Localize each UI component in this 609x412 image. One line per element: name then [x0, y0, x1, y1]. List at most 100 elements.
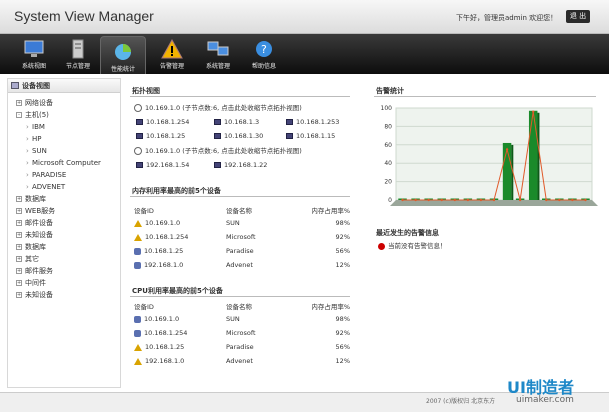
device-icon — [134, 261, 141, 269]
y-tick-label: 100 — [381, 105, 393, 112]
sidebar-title: 设备视图 — [22, 82, 50, 90]
nav-performance-stats[interactable]: 性能统计 — [100, 36, 146, 74]
nav-system-management[interactable]: 系统管理 — [196, 34, 240, 74]
tree-item-advenet[interactable]: › ADVENET — [8, 181, 120, 193]
table-row[interactable]: 10.168.1.254 Microsoft 92% — [134, 230, 350, 244]
tree-item-hosts[interactable]: - 主机(5) — [8, 109, 120, 121]
device-icon — [134, 329, 141, 337]
table-header: 设备ID 设备名称 内存占用率% — [134, 207, 350, 215]
expand-icon[interactable]: + — [16, 256, 22, 262]
chart-point — [466, 198, 470, 202]
topology-node[interactable]: 10.168.1.25 — [136, 132, 185, 140]
chart-bar — [528, 110, 538, 200]
y-tick-label: 60 — [384, 142, 392, 149]
topology-group-1[interactable]: 10.169.1.0 (子节点数:6, 点击此处收缩节点拓扑视图) — [134, 102, 302, 112]
welcome-text: 下午好，管理员admin 欢迎您！ — [456, 14, 558, 22]
nav-help-info[interactable]: ? 帮助信息 — [242, 34, 286, 74]
table-row[interactable]: 10.169.1.0 SUN 98% — [134, 312, 350, 326]
topology-group-2[interactable]: 10.169.1.0 (子节点数:6, 点击此处收缩节点拓扑视图) — [134, 145, 302, 155]
device-view-icon — [11, 82, 19, 89]
device-icon — [136, 133, 143, 139]
tree-item-other[interactable]: + 其它 — [8, 253, 120, 265]
tree-item-mail-devices[interactable]: + 邮件设备 — [8, 217, 120, 229]
topology-node[interactable]: 10.168.1.15 — [286, 132, 335, 140]
chart-point — [414, 198, 417, 202]
expand-icon[interactable]: + — [16, 196, 22, 202]
nav-alarm-management[interactable]: 告警管理 — [150, 34, 194, 74]
tree-item-middleware[interactable]: + 中间件 — [8, 277, 120, 289]
chart-point — [545, 198, 548, 202]
app-header: System View Manager 下午好，管理员admin 欢迎您！ 退 … — [0, 0, 609, 34]
expand-icon[interactable]: + — [16, 100, 22, 106]
nav-label: 告警管理 — [159, 63, 184, 70]
tree-item-hp[interactable]: › HP — [8, 133, 120, 145]
warning-icon — [134, 343, 142, 351]
warning-icon — [134, 233, 142, 241]
nav-node-management[interactable]: 节点管理 — [56, 34, 100, 74]
y-tick-label: 0 — [388, 197, 392, 204]
device-icon — [214, 133, 221, 139]
nav-system-view[interactable]: 系统视图 — [12, 34, 56, 74]
divider — [130, 96, 350, 97]
expand-icon[interactable]: + — [16, 244, 22, 250]
copyright-text: 2007 (c)版权归 北京东方 — [426, 398, 496, 405]
expand-icon[interactable]: + — [16, 232, 22, 238]
chart-point — [427, 198, 430, 202]
tree-item-sun[interactable]: › SUN — [8, 145, 120, 157]
tree-item-database-2[interactable]: + 数据库 — [8, 241, 120, 253]
topology-node[interactable]: 10.168.1.254 — [136, 118, 189, 126]
tree-item-network-devices[interactable]: + 网络设备 — [8, 97, 120, 109]
chart-point — [492, 198, 496, 202]
chart-bar — [502, 142, 512, 200]
expand-icon[interactable]: + — [16, 208, 22, 214]
device-icon — [286, 119, 293, 125]
topology-node[interactable]: 10.168.1.3 — [214, 118, 259, 126]
server-icon — [72, 39, 84, 59]
chart-point — [479, 198, 483, 202]
chart-point — [453, 198, 456, 202]
expand-icon[interactable]: + — [16, 268, 22, 274]
chevron-right-icon: › — [26, 171, 29, 179]
collapse-icon[interactable]: - — [16, 112, 22, 118]
chart-point — [401, 198, 404, 202]
network-icon — [134, 147, 142, 155]
table-row[interactable]: 10.168.1.25 Paradise 56% — [134, 244, 350, 258]
tree-item-paradise[interactable]: › PARADISE — [8, 169, 120, 181]
topology-node[interactable]: 192.168.1.22 — [214, 161, 267, 169]
tree-item-unknown-devices-2[interactable]: + 未知设备 — [8, 289, 120, 301]
table-row[interactable]: 10.168.1.254 Microsoft 92% — [134, 326, 350, 340]
tree-item-ibm[interactable]: › IBM — [8, 121, 120, 133]
nav-label: 系统管理 — [205, 63, 230, 70]
tree-item-microsoft[interactable]: › Microsoft Computer — [8, 157, 120, 169]
chart-point — [584, 198, 587, 202]
topology-node[interactable]: 192.168.1.54 — [136, 161, 189, 169]
device-tree: + 网络设备 - 主机(5) › IBM › HP › SUN › Microsoft Co… — [8, 93, 120, 301]
table-row[interactable]: 192.168.1.0 Advenet 12% — [134, 258, 350, 272]
tree-item-unknown-devices[interactable]: + 未知设备 — [8, 229, 120, 241]
plot-area — [395, 107, 593, 201]
table-row[interactable]: 192.168.1.0 Advenet 12% — [134, 354, 350, 368]
chevron-right-icon: › — [26, 135, 29, 143]
tree-item-mail-service[interactable]: + 邮件服务 — [8, 265, 120, 277]
tree-item-web-service[interactable]: + WEB服务 — [8, 205, 120, 217]
device-icon — [134, 247, 141, 255]
table-row[interactable]: 10.169.1.0 SUN 98% — [134, 216, 350, 230]
expand-icon[interactable]: + — [16, 220, 22, 226]
topology-node[interactable]: 10.168.1.30 — [214, 132, 263, 140]
table-row[interactable]: 10.168.1.25 Paradise 56% — [134, 340, 350, 354]
expand-icon[interactable]: + — [16, 280, 22, 286]
chart-point — [558, 198, 561, 202]
alarm-stats-title: 告警统计 — [376, 87, 404, 95]
tree-item-database[interactable]: + 数据库 — [8, 193, 120, 205]
chart-bar-side — [537, 112, 540, 200]
sidebar-header: 设备视图 — [8, 79, 120, 93]
device-icon — [134, 315, 141, 323]
svg-text:?: ? — [261, 43, 267, 56]
topology-node[interactable]: 10.168.1.253 — [286, 118, 339, 126]
y-tick-label: 80 — [384, 123, 392, 130]
watermark-url: uimaker.com — [516, 395, 574, 405]
expand-icon[interactable]: + — [16, 292, 22, 298]
main-nav: 系统视图 节点管理 性能统计 告警管理 系统管理 ? 帮助信息 — [0, 34, 609, 74]
memory-table: 设备ID 设备名称 内存占用率% 10.169.1.0 SUN 98% 10.1… — [134, 204, 350, 272]
exit-button[interactable]: 退 出 — [566, 10, 590, 23]
